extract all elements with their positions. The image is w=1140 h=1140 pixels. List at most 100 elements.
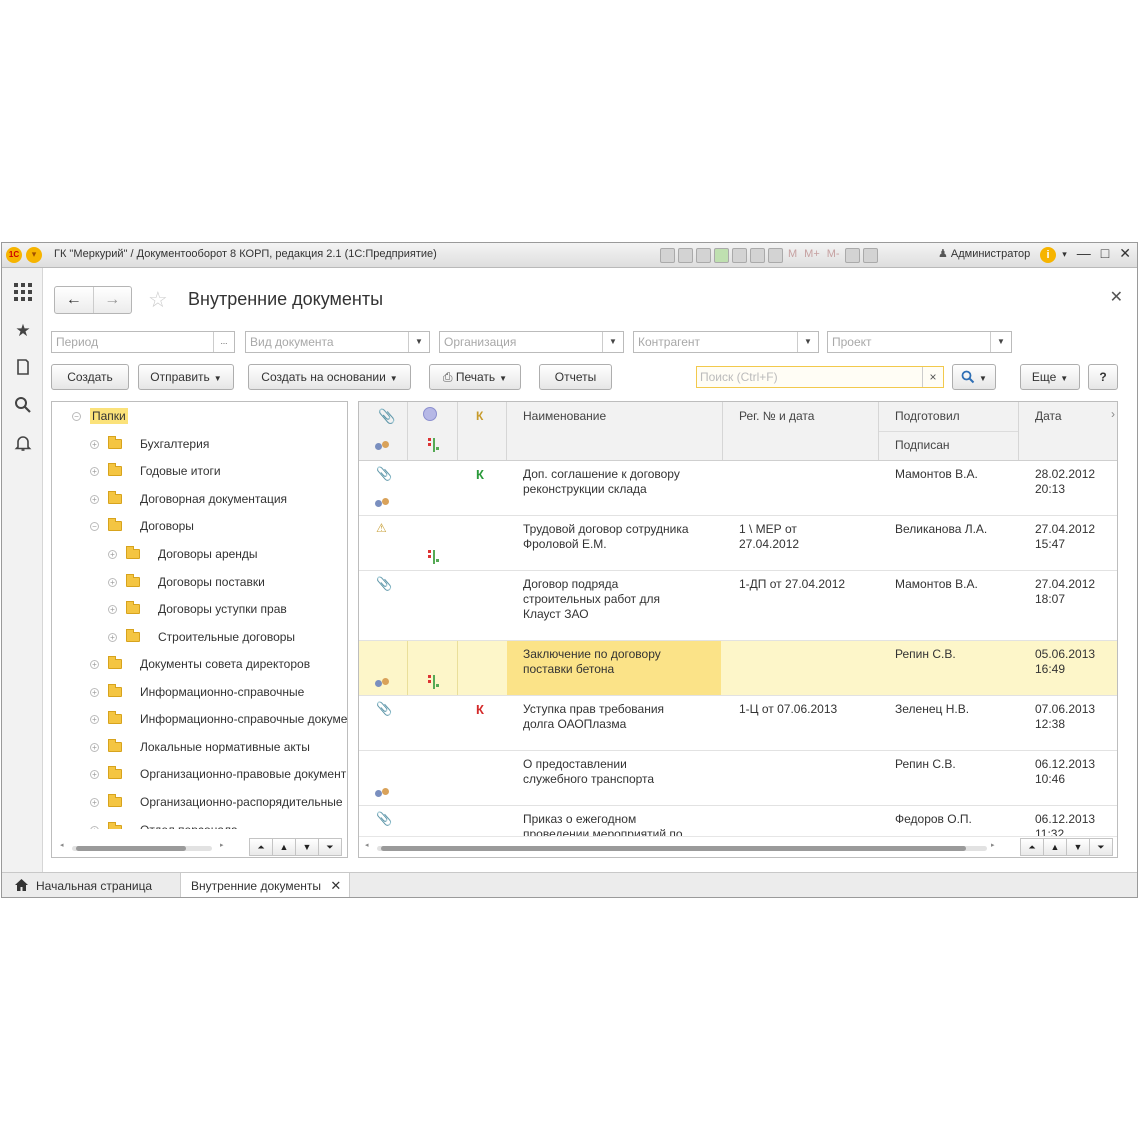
expand-icon[interactable]: + — [90, 494, 99, 504]
search-options-button[interactable]: ▼ — [952, 364, 996, 390]
tree-item[interactable]: + Строительные договоры — [108, 627, 295, 647]
page-down-icon[interactable]: ▼ — [295, 838, 319, 856]
main-menu-icon[interactable]: ▾ — [26, 247, 42, 263]
tree-item[interactable]: − Договоры — [90, 516, 194, 536]
tree-item[interactable]: + Договоры уступки прав — [108, 599, 287, 619]
notifications-bell-icon[interactable] — [12, 434, 34, 456]
apps-grid-icon[interactable] — [12, 282, 34, 304]
route-column-icon[interactable] — [428, 438, 439, 452]
counterparty-filter[interactable]: ▼ — [633, 331, 819, 353]
search-field[interactable]: × — [696, 366, 944, 388]
table-row[interactable]: 📎 Договор подряда строительных работ для К… — [359, 571, 1117, 641]
memory-mminus-button[interactable]: M- — [825, 248, 842, 263]
table-row[interactable]: 📎 Приказ о ежегодном проведении мероприят… — [359, 806, 1117, 836]
create-button[interactable]: Создать — [51, 364, 129, 390]
panels-icon[interactable] — [862, 247, 878, 263]
scroll-right-icon[interactable]: ▸ — [220, 841, 224, 849]
doc-type-input[interactable] — [246, 332, 407, 352]
expand-icon[interactable]: + — [90, 687, 99, 697]
clear-search-icon[interactable]: × — [922, 367, 943, 387]
chevron-down-icon[interactable]: ▼ — [797, 332, 818, 352]
table-row[interactable]: 📎 К Уступка прав требования долга ОАОПлаз… — [359, 696, 1117, 751]
tree-scroll-thumb[interactable] — [76, 846, 186, 851]
collapse-icon[interactable]: − — [72, 411, 81, 421]
expand-icon[interactable]: + — [90, 439, 99, 449]
calendar-icon[interactable] — [768, 247, 783, 263]
memory-mplus-button[interactable]: M+ — [802, 248, 822, 263]
tree-item[interactable]: + Информационно-справочные — [90, 682, 304, 702]
counterparty-input[interactable] — [634, 332, 796, 352]
table-row-selected[interactable]: Заключение по договору поставки бетона Ре… — [359, 641, 1117, 696]
project-filter[interactable]: ▼ — [827, 331, 1012, 353]
preview-icon[interactable] — [696, 247, 711, 263]
chevron-down-icon[interactable]: ▼ — [602, 332, 623, 352]
table-row[interactable]: 📎 К Доп. соглашение к договору реконструк… — [359, 461, 1117, 516]
scroll-right-icon[interactable]: ▸ — [991, 841, 995, 849]
prepared-column-header[interactable]: Подготовил — [895, 409, 960, 423]
forward-arrow-icon[interactable]: → — [92, 287, 132, 313]
scroll-left-icon[interactable]: ◂ — [60, 841, 64, 849]
tree-root[interactable]: − Папки — [72, 406, 128, 426]
zoom-icon[interactable] — [844, 247, 860, 263]
info-icon[interactable]: i — [1040, 247, 1056, 263]
reports-button[interactable]: Отчеты — [539, 364, 612, 390]
last-page-icon[interactable]: ⏷ — [1089, 838, 1113, 856]
reg-column-header[interactable]: Рег. № и дата — [739, 409, 814, 423]
doc-type-filter[interactable]: ▼ — [245, 331, 430, 353]
tree-item[interactable]: + Организационно-правовые документы — [90, 764, 347, 784]
save-icon[interactable] — [660, 247, 675, 263]
tree-horizontal-scrollbar[interactable]: ◂ ▸ — [60, 841, 230, 855]
chevron-down-icon[interactable]: ▾ — [1062, 245, 1067, 263]
last-page-icon[interactable]: ⏷ — [318, 838, 342, 856]
tree-item[interactable]: + Локальные нормативные акты — [90, 737, 310, 757]
search-input[interactable] — [697, 367, 923, 387]
maximize-icon[interactable]: □ — [1101, 245, 1109, 263]
first-page-icon[interactable]: ⏶ — [249, 838, 273, 856]
download-icon[interactable] — [714, 247, 729, 263]
table-row[interactable]: ⚠ Трудовой договор сотрудника Фроловой Е.… — [359, 516, 1117, 571]
back-arrow-icon[interactable]: ← — [55, 287, 93, 313]
favorites-star-icon[interactable]: ★ — [12, 320, 34, 342]
search-icon[interactable] — [12, 396, 34, 418]
tree-item[interactable]: + Договорная документация — [90, 489, 287, 509]
period-filter[interactable]: ... — [51, 331, 235, 353]
table-row[interactable]: О предоставлении служебного транспорта Ре… — [359, 751, 1117, 806]
user-menu[interactable]: ♟ Администратор — [938, 247, 1030, 261]
expand-icon[interactable]: + — [90, 714, 99, 724]
expand-icon[interactable]: + — [90, 659, 99, 669]
first-page-icon[interactable]: ⏶ — [1020, 838, 1044, 856]
page-up-icon[interactable]: ▲ — [1043, 838, 1067, 856]
print-icon[interactable] — [678, 247, 693, 263]
more-button[interactable]: Еще ▼ — [1020, 364, 1080, 390]
tree-item[interactable]: + Документы совета директоров — [90, 654, 310, 674]
collapse-icon[interactable]: − — [90, 521, 99, 531]
tab-home[interactable]: Начальная страница — [14, 873, 152, 897]
date-column-header[interactable]: Дата — [1035, 409, 1062, 423]
project-input[interactable] — [828, 332, 989, 352]
tree-item[interactable]: + Договоры аренды — [108, 544, 258, 564]
grid-scroll-thumb[interactable] — [381, 846, 966, 851]
expand-icon[interactable]: + — [90, 769, 99, 779]
history-icon[interactable] — [12, 358, 34, 380]
expand-icon[interactable]: + — [90, 797, 99, 807]
calculator-icon[interactable] — [750, 247, 765, 263]
close-window-icon[interactable]: ✕ — [1119, 245, 1131, 263]
chevron-down-icon[interactable]: ▼ — [408, 332, 429, 352]
tree-item[interactable]: + Организационно-распорядительные — [90, 792, 343, 812]
page-up-icon[interactable]: ▲ — [272, 838, 296, 856]
organization-input[interactable] — [440, 332, 601, 352]
link-icon[interactable] — [732, 247, 747, 263]
period-select-button[interactable]: ... — [213, 332, 234, 352]
signed-column-header[interactable]: Подписан — [895, 438, 950, 452]
expand-icon[interactable]: + — [90, 742, 99, 752]
tab-internal-documents[interactable]: Внутренние документы ✕ — [180, 873, 350, 897]
k-column-header[interactable]: К — [476, 409, 483, 423]
grid-horizontal-scrollbar[interactable]: ◂ ▸ — [365, 841, 1001, 855]
expand-icon[interactable]: + — [108, 632, 117, 642]
favorite-star-icon[interactable]: ☆ — [148, 287, 168, 313]
tree-item[interactable]: + Годовые итоги — [90, 461, 221, 481]
send-button[interactable]: Отправить ▼ — [138, 364, 234, 390]
expand-icon[interactable]: + — [108, 549, 117, 559]
chevron-down-icon[interactable]: ▼ — [990, 332, 1011, 352]
users-column-icon[interactable] — [375, 440, 391, 452]
